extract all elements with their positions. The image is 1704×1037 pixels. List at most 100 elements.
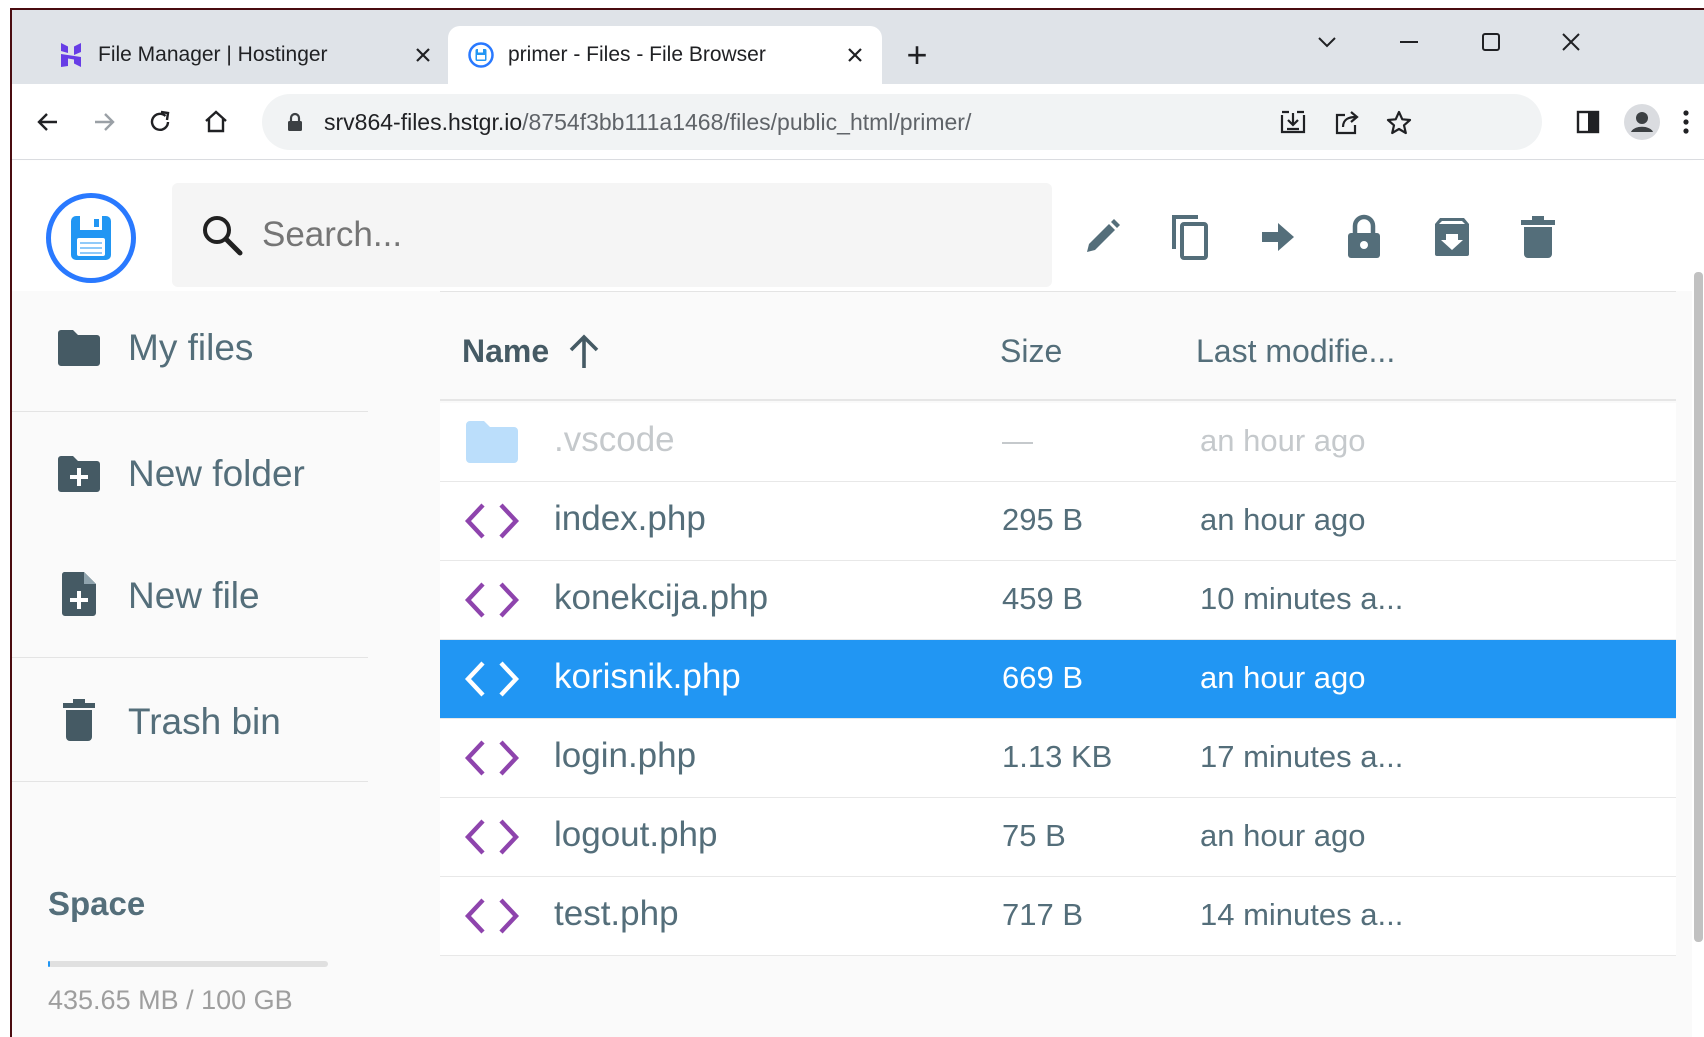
profile-avatar-icon[interactable]	[1622, 102, 1662, 142]
copy-icon[interactable]	[1164, 211, 1216, 263]
tab-title: File Manager | Hostinger	[98, 43, 328, 66]
file-name: korisnik.php	[554, 657, 741, 696]
file-size: 459 B	[1002, 581, 1084, 616]
filebrowser-logo[interactable]	[46, 193, 136, 283]
file-name: konekcija.php	[554, 578, 769, 617]
url-text: srv864-files.hstgr.io/8754f3bb111a1468/f…	[324, 109, 971, 136]
tab-title: primer - Files - File Browser	[508, 43, 766, 66]
code-file-icon	[462, 656, 522, 702]
sidebar-item-label: Trash bin	[128, 701, 281, 742]
file-name: logout.php	[554, 815, 718, 854]
file-row[interactable]: login.php 1.13 KB 17 minutes a...	[440, 719, 1676, 798]
file-modified: an hour ago	[1200, 502, 1366, 537]
close-icon[interactable]	[410, 42, 436, 68]
file-row[interactable]: test.php 717 B 14 minutes a...	[440, 877, 1676, 956]
sidebar-divider	[12, 781, 368, 782]
file-modified: 14 minutes a...	[1200, 897, 1404, 932]
file-name: login.php	[554, 736, 697, 775]
file-size: 75 B	[1002, 818, 1066, 853]
column-header-modified[interactable]: Last modifie...	[1196, 333, 1395, 370]
sidebar-item-label: New file	[128, 575, 260, 616]
sidebar-item-new-folder[interactable]: New folder	[12, 441, 368, 505]
sidebar-item-new-file[interactable]: New file	[12, 563, 368, 627]
file-row[interactable]: .vscode — an hour ago	[440, 403, 1676, 482]
share-icon[interactable]	[1330, 106, 1364, 140]
folder-icon	[56, 325, 102, 371]
url-path: /8754f3bb111a1468/files/public_html/prim…	[522, 108, 972, 135]
file-modified: 10 minutes a...	[1200, 581, 1404, 616]
scrollbar-thumb[interactable]	[1694, 272, 1703, 942]
new-file-icon	[56, 571, 102, 617]
forward-icon[interactable]	[84, 102, 124, 142]
floppy-disk-icon	[71, 216, 111, 260]
move-icon[interactable]	[1252, 211, 1304, 263]
file-modified: an hour ago	[1200, 423, 1366, 458]
trash-icon	[56, 697, 102, 743]
menu-kebab-icon[interactable]	[1674, 102, 1698, 142]
lock-icon	[288, 112, 302, 131]
column-header-name[interactable]: Name	[462, 333, 601, 370]
code-file-icon	[462, 577, 522, 623]
file-modified: 17 minutes a...	[1200, 739, 1404, 774]
file-row[interactable]: logout.php 75 B an hour ago	[440, 798, 1676, 877]
hostinger-logo-icon	[58, 42, 84, 68]
file-modified: an hour ago	[1200, 818, 1366, 853]
close-icon[interactable]	[842, 42, 868, 68]
permissions-icon[interactable]	[1338, 211, 1390, 263]
sidebar-divider	[12, 411, 368, 412]
side-panel-icon[interactable]	[1568, 102, 1608, 142]
sidebar: My files New folder New file Trash bin S…	[12, 291, 368, 1037]
sort-ascending-icon	[569, 333, 599, 368]
file-listing: Name Size Last modifie... .vscode — an hou…	[368, 291, 1692, 1037]
file-row[interactable]: index.php 295 B an hour ago	[440, 482, 1676, 561]
browser-toolbar: srv864-files.hstgr.io/8754f3bb111a1468/f…	[12, 84, 1704, 160]
bookmark-star-icon[interactable]	[1382, 106, 1416, 140]
minimize-icon[interactable]	[1384, 22, 1434, 62]
new-folder-icon	[56, 451, 102, 497]
file-modified: an hour ago	[1200, 660, 1366, 695]
address-bar[interactable]: srv864-files.hstgr.io/8754f3bb111a1468/f…	[262, 94, 1542, 150]
file-size: 295 B	[1002, 502, 1084, 537]
file-row[interactable]: konekcija.php 459 B 10 minutes a...	[440, 561, 1676, 640]
file-size: 1.13 KB	[1002, 739, 1113, 774]
sidebar-item-trash-bin[interactable]: Trash bin	[12, 689, 368, 753]
new-tab-button[interactable]: +	[900, 37, 934, 74]
install-app-icon[interactable]	[1276, 106, 1310, 140]
home-icon[interactable]	[196, 102, 236, 142]
folder-icon	[462, 419, 522, 465]
delete-icon[interactable]	[1512, 211, 1564, 263]
window-close-icon[interactable]	[1546, 22, 1596, 62]
tab-strip: File Manager | Hostinger primer - Files …	[12, 10, 1704, 84]
code-file-icon	[462, 498, 522, 544]
back-icon[interactable]	[28, 102, 68, 142]
search-input[interactable]	[262, 215, 1022, 255]
tab-primer-file-browser[interactable]: primer - Files - File Browser	[448, 26, 882, 84]
column-name-label: Name	[462, 333, 550, 369]
tab-file-manager-hostinger[interactable]: File Manager | Hostinger	[40, 26, 450, 84]
maximize-icon[interactable]	[1466, 22, 1516, 62]
sidebar-item-label: New folder	[128, 453, 305, 494]
file-name: index.php	[554, 499, 706, 538]
url-host: srv864-files.hstgr.io	[324, 108, 523, 135]
space-usage-bar	[48, 961, 328, 967]
file-name: test.php	[554, 894, 679, 933]
file-row[interactable]: korisnik.php 669 B an hour ago	[440, 640, 1676, 719]
code-file-icon	[462, 735, 522, 781]
app-header	[12, 161, 1692, 291]
tab-search-chevron-icon[interactable]	[1302, 22, 1352, 62]
column-header-size[interactable]: Size	[1000, 333, 1062, 370]
file-name: .vscode	[554, 420, 675, 459]
sidebar-divider	[12, 657, 368, 658]
file-size: 669 B	[1002, 660, 1084, 695]
reload-icon[interactable]	[140, 102, 180, 142]
sidebar-item-my-files[interactable]: My files	[12, 315, 368, 379]
code-file-icon	[462, 893, 522, 939]
space-usage-fill	[48, 961, 51, 967]
sidebar-item-label: My files	[128, 327, 254, 368]
search-box[interactable]	[172, 183, 1052, 287]
code-file-icon	[462, 814, 522, 860]
archive-icon[interactable]	[1426, 211, 1478, 263]
file-size: —	[1002, 423, 1033, 458]
edit-icon[interactable]	[1076, 211, 1128, 263]
browser-window: File Manager | Hostinger primer - Files …	[10, 8, 1704, 1037]
